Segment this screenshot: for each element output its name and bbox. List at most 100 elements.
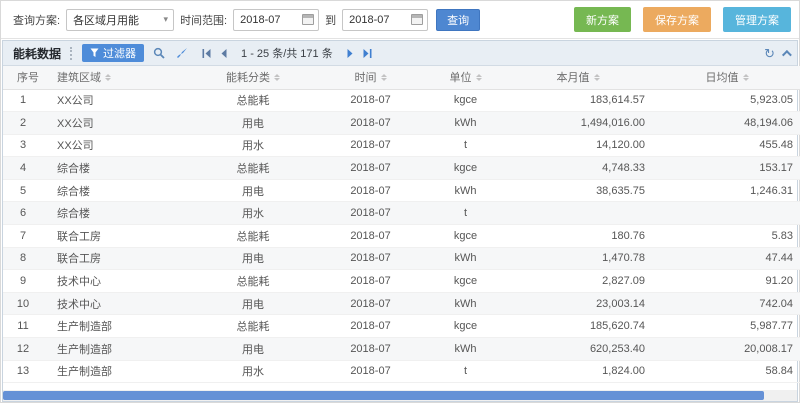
collapse-panel-icon[interactable]: [782, 49, 792, 59]
date-from-field[interactable]: 2018-07: [233, 9, 319, 31]
table-cell: 185,620.74: [503, 315, 653, 338]
table-cell: 13: [3, 360, 43, 383]
sort-icon: [274, 74, 280, 81]
table-cell: 1: [3, 89, 43, 112]
plan-label: 查询方案:: [13, 12, 60, 28]
table-row[interactable]: 5综合楼用电2018-07kWh38,635.751,246.31: [3, 179, 800, 202]
table-cell: 58.84: [653, 360, 800, 383]
last-page-icon[interactable]: [362, 48, 373, 59]
search-icon[interactable]: [151, 45, 167, 61]
plan-select[interactable]: 各区域月用能 ▾: [66, 9, 174, 31]
column-header-time[interactable]: 时间: [313, 66, 428, 89]
table-row[interactable]: 9技术中心总能耗2018-07kgce2,827.0991.20: [3, 270, 800, 293]
filter-button[interactable]: 过滤器: [82, 44, 144, 62]
scrollbar-thumb[interactable]: [3, 391, 764, 400]
calendar-icon[interactable]: [411, 14, 423, 25]
table-cell: 9: [3, 270, 43, 293]
refresh-icon[interactable]: ↻: [764, 47, 775, 60]
column-header-area[interactable]: 建筑区域: [43, 66, 193, 89]
table-cell: 1,494,016.00: [503, 112, 653, 135]
table-cell: 20,008.17: [653, 338, 800, 361]
table-row[interactable]: 4综合楼总能耗2018-07kgce4,748.33153.17: [3, 157, 800, 180]
grip-handle-icon[interactable]: [70, 47, 73, 60]
sort-icon: [594, 74, 600, 81]
pager: 1 - 25 条/共 171 条: [201, 45, 373, 61]
column-header-unit[interactable]: 单位: [428, 66, 503, 89]
table-row[interactable]: 2XX公司用电2018-07kWh1,494,016.0048,194.06: [3, 112, 800, 135]
column-header-index[interactable]: 序号: [3, 66, 43, 89]
filter-button-label: 过滤器: [103, 45, 136, 61]
table-cell: 2018-07: [313, 179, 428, 202]
table-cell: kWh: [428, 112, 503, 135]
table-cell: 23,003.14: [503, 292, 653, 315]
table-cell: t: [428, 360, 503, 383]
app-window: 查询方案: 各区域月用能 ▾ 时间范围: 2018-07 到 2018-07 查…: [0, 0, 800, 403]
table-cell: t: [428, 134, 503, 157]
next-page-icon[interactable]: [346, 48, 355, 59]
table-cell: kgce: [428, 315, 503, 338]
query-button[interactable]: 查询: [436, 9, 480, 31]
table-cell: 用水: [193, 360, 313, 383]
table-cell: 2018-07: [313, 225, 428, 248]
sort-icon: [743, 74, 749, 81]
table-cell: 4: [3, 157, 43, 180]
table-row[interactable]: 8联合工房用电2018-07kWh1,470.7847.44: [3, 247, 800, 270]
sort-icon: [105, 74, 111, 81]
table-row[interactable]: 13生产制造部用水2018-07t1,824.0058.84: [3, 360, 800, 383]
table-row[interactable]: 7联合工房总能耗2018-07kgce180.765.83: [3, 225, 800, 248]
table-cell: kWh: [428, 292, 503, 315]
table-row[interactable]: 1XX公司总能耗2018-07kgce183,614.575,923.05: [3, 89, 800, 112]
table-cell: 153.17: [653, 157, 800, 180]
calendar-icon[interactable]: [302, 14, 314, 25]
table-cell: kgce: [428, 270, 503, 293]
table-cell: 5,923.05: [653, 89, 800, 112]
table-cell: 技术中心: [43, 292, 193, 315]
sort-icon: [476, 74, 482, 81]
save-plan-button[interactable]: 保存方案: [643, 7, 711, 32]
table-cell: 1,246.31: [653, 179, 800, 202]
horizontal-scrollbar[interactable]: [3, 390, 797, 401]
panel-title: 能耗数据: [13, 45, 61, 62]
table-cell: 38,635.75: [503, 179, 653, 202]
table-row[interactable]: 3XX公司用水2018-07t14,120.00455.48: [3, 134, 800, 157]
sort-icon: [381, 74, 387, 81]
prev-page-icon[interactable]: [219, 48, 228, 59]
table-cell: 455.48: [653, 134, 800, 157]
table-cell: 联合工房: [43, 247, 193, 270]
first-page-icon[interactable]: [201, 48, 212, 59]
column-header-daily-value[interactable]: 日均值: [653, 66, 800, 89]
table-cell: 总能耗: [193, 225, 313, 248]
table-row[interactable]: 6综合楼用水2018-07t: [3, 202, 800, 225]
table-cell: 2018-07: [313, 270, 428, 293]
date-to-field[interactable]: 2018-07: [342, 9, 428, 31]
table-body: 1XX公司总能耗2018-07kgce183,614.575,923.052XX…: [3, 89, 800, 383]
table-cell: 2,827.09: [503, 270, 653, 293]
clear-filter-icon[interactable]: [174, 45, 190, 61]
table-row[interactable]: 10技术中心用电2018-07kWh23,003.14742.04: [3, 292, 800, 315]
table-cell: kWh: [428, 247, 503, 270]
table-cell: 742.04: [653, 292, 800, 315]
table-cell: kWh: [428, 179, 503, 202]
table-cell: 总能耗: [193, 315, 313, 338]
new-plan-button[interactable]: 新方案: [574, 7, 631, 32]
table-cell: 5.83: [653, 225, 800, 248]
column-header-category[interactable]: 能耗分类: [193, 66, 313, 89]
table-cell: 用水: [193, 202, 313, 225]
manage-plan-button[interactable]: 管理方案: [723, 7, 791, 32]
table-cell: 12: [3, 338, 43, 361]
table-cell: 联合工房: [43, 225, 193, 248]
table-cell: 1,470.78: [503, 247, 653, 270]
range-label: 时间范围:: [180, 12, 227, 28]
table-cell: 620,253.40: [503, 338, 653, 361]
table-cell: 4,748.33: [503, 157, 653, 180]
table-cell: 7: [3, 225, 43, 248]
table-cell: 2018-07: [313, 157, 428, 180]
table-row[interactable]: 11生产制造部总能耗2018-07kgce185,620.745,987.77: [3, 315, 800, 338]
table-row[interactable]: 12生产制造部用电2018-07kWh620,253.4020,008.17: [3, 338, 800, 361]
table-cell: 用水: [193, 134, 313, 157]
table-cell: XX公司: [43, 89, 193, 112]
column-header-month-value[interactable]: 本月值: [503, 66, 653, 89]
table-cell: 生产制造部: [43, 315, 193, 338]
table-header-row: 序号 建筑区域 能耗分类 时间 单位 本月值 日均值: [3, 66, 800, 89]
table-cell: 2018-07: [313, 89, 428, 112]
